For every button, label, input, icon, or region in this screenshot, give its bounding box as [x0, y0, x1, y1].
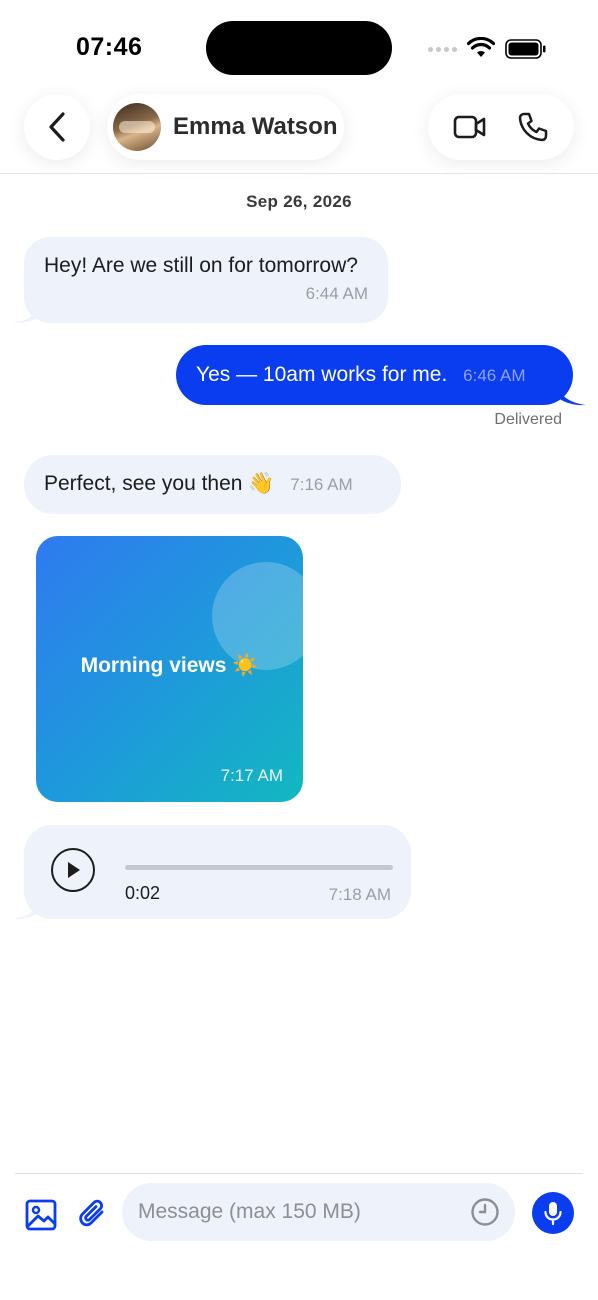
- battery-icon: [505, 39, 546, 59]
- bubble-tail: [556, 386, 586, 406]
- contact-name: Emma Watson: [173, 113, 338, 140]
- message-text: Perfect, see you then 👋: [44, 472, 275, 495]
- play-button[interactable]: [51, 848, 95, 892]
- message-time: 6:46 AM: [463, 366, 526, 385]
- incoming-message[interactable]: Hey! Are we still on for tomorrow? 6:44 …: [24, 237, 388, 323]
- video-call-button[interactable]: [445, 102, 495, 152]
- avatar: [113, 103, 161, 151]
- timer-button[interactable]: [469, 1196, 501, 1228]
- wifi-icon: [467, 37, 495, 57]
- message-input[interactable]: [138, 1183, 458, 1241]
- status-bar: 07:46: [0, 0, 598, 86]
- video-camera-icon: [453, 115, 485, 139]
- contact-info-button[interactable]: Emma Watson: [107, 94, 344, 160]
- media-caption: Morning views ☀️: [80, 654, 259, 677]
- message-text: Yes — 10am works for me.: [196, 363, 448, 386]
- dynamic-island: [206, 21, 392, 75]
- call-actions: [428, 94, 574, 160]
- delivery-status: Delivered: [494, 411, 562, 428]
- voice-record-button[interactable]: [532, 1192, 574, 1234]
- voice-message: 0:02 7:18 AM: [24, 825, 411, 919]
- bubble-tail: [12, 900, 42, 920]
- media-message[interactable]: Morning views ☀️ 7:17 AM: [36, 536, 303, 802]
- cellular-signal-icon: [428, 47, 457, 52]
- composer-divider: [15, 1173, 583, 1174]
- back-button[interactable]: [24, 94, 90, 160]
- message-input-container: [122, 1183, 515, 1241]
- message-time: 7:16 AM: [290, 475, 353, 494]
- phone-icon: [518, 112, 547, 142]
- chat-header: Emma Watson: [0, 86, 598, 174]
- date-separator: Sep 26, 2026: [246, 192, 352, 211]
- gallery-button[interactable]: [22, 1196, 60, 1234]
- attach-button[interactable]: [74, 1196, 112, 1234]
- message-text: Hey! Are we still on for tomorrow?: [44, 254, 358, 277]
- voice-progress-track[interactable]: [125, 865, 393, 870]
- outgoing-message[interactable]: Yes — 10am works for me. 6:46 AM: [176, 345, 573, 405]
- clock-icon: [471, 1198, 499, 1226]
- paperclip-icon: [79, 1199, 104, 1227]
- chevron-left-icon: [49, 112, 65, 142]
- message-time: 6:44 AM: [305, 284, 368, 303]
- voice-call-button[interactable]: [508, 102, 558, 152]
- bubble-tail: [12, 304, 42, 324]
- status-time: 07:46: [76, 33, 143, 61]
- incoming-message[interactable]: Perfect, see you then 👋 7:16 AM: [24, 455, 401, 514]
- message-time: 7:18 AM: [328, 885, 391, 904]
- play-icon: [68, 862, 80, 878]
- voice-duration: 0:02: [125, 883, 161, 903]
- microphone-icon: [544, 1202, 562, 1226]
- image-icon: [25, 1199, 57, 1231]
- message-time: 7:17 AM: [220, 766, 283, 785]
